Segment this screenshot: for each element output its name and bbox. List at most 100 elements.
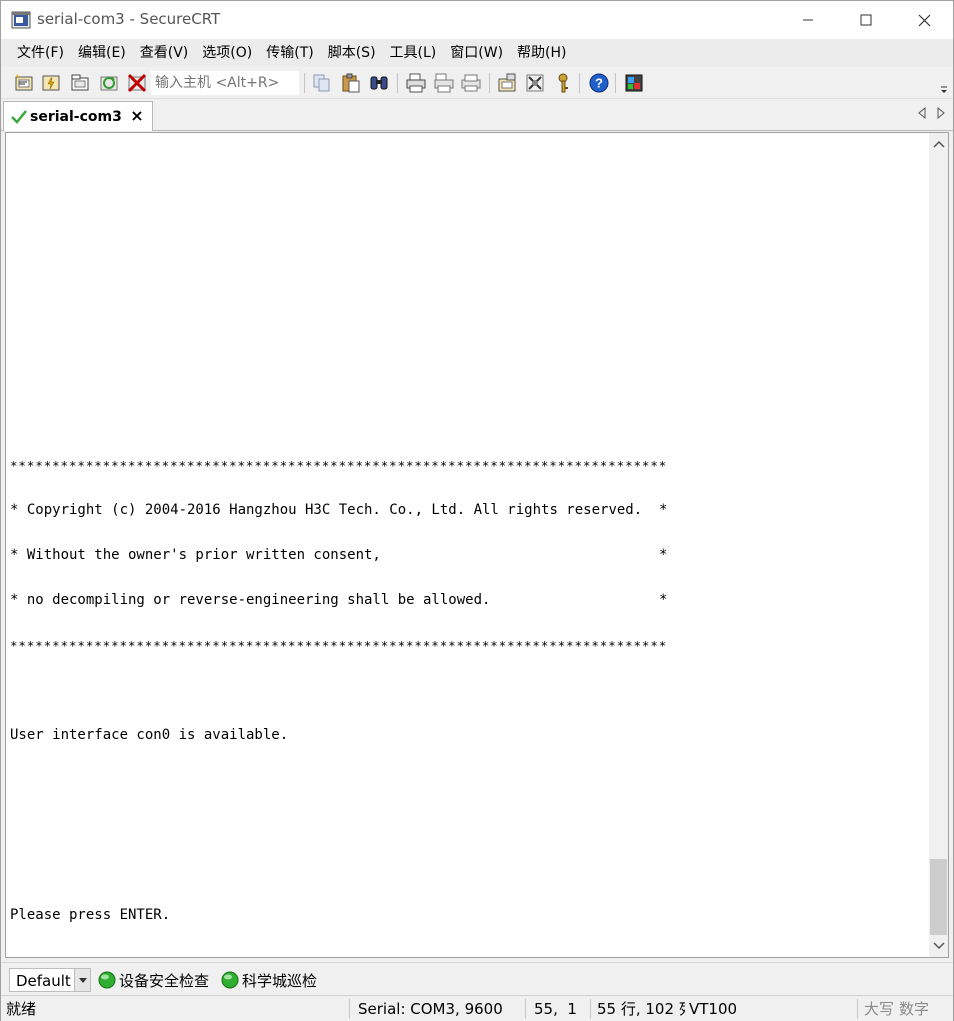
terminal-scrollbar[interactable]	[929, 132, 949, 958]
status-divider	[857, 999, 858, 1019]
toolbar-separator	[489, 73, 490, 93]
session-options-button[interactable]	[495, 71, 519, 95]
help-icon: ?	[589, 73, 609, 93]
menu-file[interactable]: 文件(F)	[10, 39, 71, 67]
button-bar-select[interactable]: Default	[9, 968, 91, 992]
menu-help[interactable]: 帮助(H)	[510, 39, 573, 67]
connected-check-icon	[11, 109, 27, 124]
print-button[interactable]	[404, 71, 428, 95]
scroll-down-button[interactable]	[929, 935, 948, 957]
status-divider	[590, 999, 591, 1019]
terminal-line: Please press ENTER.	[10, 907, 171, 923]
tab-label: serial-com3	[30, 108, 122, 125]
close-button[interactable]	[895, 1, 953, 39]
terminal-line: User interface con0 is available.	[10, 727, 289, 743]
sftp-button[interactable]	[622, 71, 646, 95]
status-bar: 就绪 Serial: COM3, 9600 55, 1 55 行, 102 列 …	[1, 995, 953, 1021]
connect-in-tab-button[interactable]	[68, 71, 92, 95]
toolbar-overflow-icon[interactable]	[939, 71, 949, 95]
toolbar-separator	[397, 73, 398, 93]
svg-text:?: ?	[595, 76, 603, 91]
menu-transfer[interactable]: 传输(T)	[259, 39, 320, 67]
status-num-lock: 数字	[899, 1000, 930, 1018]
status-terminal-size: 55 行, 102 列	[597, 1000, 685, 1018]
help-button[interactable]: ?	[587, 71, 611, 95]
scroll-thumb[interactable]	[930, 859, 947, 935]
status-connection: Serial: COM3, 9600	[358, 1000, 503, 1018]
menu-tools[interactable]: 工具(L)	[383, 39, 444, 67]
status-cursor-position: 55, 1	[534, 1000, 577, 1018]
status-divider	[349, 999, 350, 1019]
button-label: 科学城巡检	[242, 971, 318, 990]
connect-button[interactable]	[12, 71, 36, 95]
status-divider	[525, 999, 526, 1019]
find-button[interactable]	[367, 71, 391, 95]
chevron-down-icon	[78, 977, 87, 983]
terminal-screen[interactable]: ****************************************…	[5, 132, 929, 958]
title-bar: serial-com3 - SecureCRT	[1, 1, 953, 39]
print-selection-button[interactable]	[432, 71, 456, 95]
reconnect-button[interactable]	[97, 71, 121, 95]
disconnect-button[interactable]	[125, 71, 149, 95]
terminal-output: ****************************************…	[10, 428, 667, 953]
green-status-icon	[221, 971, 239, 989]
green-status-icon	[98, 971, 116, 989]
securecrt-window: serial-com3 - SecureCRT 文件(F) 编辑(E) 查看(V…	[0, 0, 954, 1021]
toolbar-separator	[304, 73, 305, 93]
menu-options[interactable]: 选项(O)	[195, 39, 259, 67]
keymap-icon	[558, 73, 568, 93]
menu-script[interactable]: 脚本(S)	[321, 39, 383, 67]
terminal-line: * Copyright (c) 2004-2016 Hangzhou H3C T…	[10, 502, 668, 518]
global-options-icon	[526, 74, 544, 92]
button-bar-selected: Default	[16, 972, 71, 990]
print-icon	[406, 73, 426, 93]
terminal-line: * no decompiling or reverse-engineering …	[10, 592, 668, 608]
tab-close-button[interactable]: ×	[130, 108, 144, 124]
status-ready: 就绪	[6, 1000, 37, 1018]
chevron-down-icon	[932, 942, 945, 950]
button-label: 设备安全检查	[119, 971, 210, 990]
keymap-button[interactable]	[551, 71, 575, 95]
copy-icon	[313, 74, 330, 92]
scroll-up-button[interactable]	[929, 133, 948, 155]
dropdown-arrow[interactable]	[74, 969, 90, 991]
science-city-inspection-button[interactable]: 科学城巡检	[221, 968, 317, 992]
chevron-up-icon	[932, 140, 945, 148]
tab-serial-com3[interactable]: serial-com3 ×	[3, 101, 153, 131]
quick-connect-input[interactable]	[151, 71, 299, 95]
menu-edit[interactable]: 编辑(E)	[71, 39, 133, 67]
connect-icon	[15, 74, 33, 91]
tab-bar: serial-com3 ×	[1, 99, 953, 131]
print-setup-button[interactable]	[459, 71, 483, 95]
session-options-icon	[498, 73, 516, 92]
tab-scroll-left-icon[interactable]	[917, 107, 927, 119]
toolbar-separator	[579, 73, 580, 93]
status-emulation: VT100	[689, 1000, 738, 1018]
print-setup-icon	[461, 74, 481, 92]
menu-window[interactable]: 窗口(W)	[443, 39, 510, 67]
copy-button[interactable]	[310, 71, 334, 95]
quick-connect-icon	[42, 75, 60, 91]
disconnect-icon	[127, 73, 147, 93]
print-selection-icon	[434, 73, 454, 93]
terminal-line: ****************************************…	[10, 458, 668, 473]
securecrt-app-icon	[11, 11, 31, 29]
tab-scroll-right-icon[interactable]	[936, 107, 946, 119]
sftp-icon	[625, 74, 643, 92]
paste-button[interactable]	[339, 71, 363, 95]
quick-connect-button[interactable]	[39, 71, 63, 95]
minimize-button[interactable]	[779, 1, 837, 39]
global-options-button[interactable]	[523, 71, 547, 95]
maximize-button[interactable]	[837, 1, 895, 39]
device-security-check-button[interactable]: 设备安全检查	[98, 968, 209, 992]
menu-view[interactable]: 查看(V)	[133, 39, 196, 67]
window-title: serial-com3 - SecureCRT	[37, 10, 221, 28]
minimize-icon	[803, 19, 813, 21]
reconnect-icon	[100, 76, 118, 91]
paste-icon	[342, 73, 360, 93]
close-icon	[918, 14, 930, 26]
